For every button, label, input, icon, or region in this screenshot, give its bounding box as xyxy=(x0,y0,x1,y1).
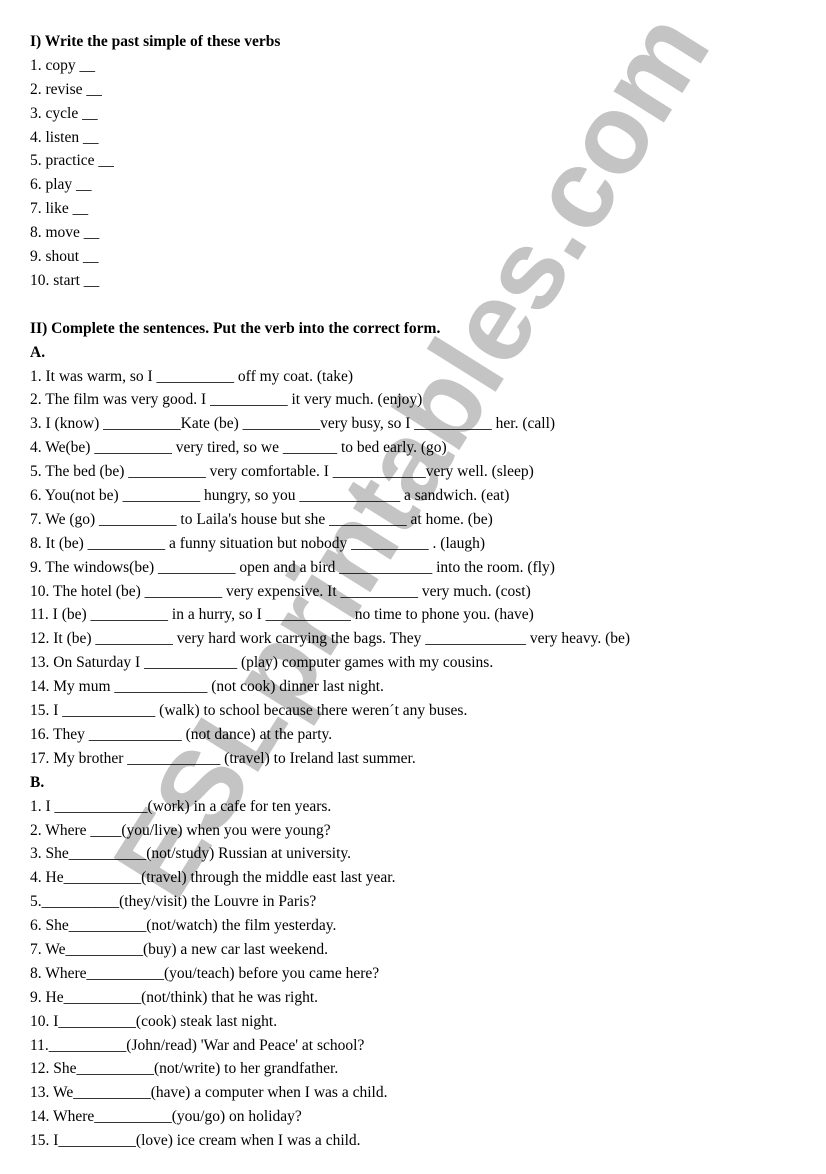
sentence-item: 8. It (be) __________ a funny situation … xyxy=(30,534,486,552)
sentence-item: 2. Where ____(you/live) when you were yo… xyxy=(30,821,331,839)
verb-item: 2. revise __ xyxy=(30,80,102,98)
sentence-item: 14. My mum ____________ (not cook) dinne… xyxy=(30,678,384,696)
sentence-item: 1. I ____________(work) in a cafe for te… xyxy=(30,797,332,815)
part-a-label: A. xyxy=(30,343,46,361)
section1-title: I) Write the past simple of these verbs xyxy=(30,33,281,50)
sentence-item: 3. She__________(not/study) Russian at u… xyxy=(30,845,352,863)
sentence-item: 11. I (be) __________ in a hurry, so I _… xyxy=(30,606,534,624)
sentence-item: 4. He__________(travel) through the midd… xyxy=(30,869,396,887)
sentence-item: 13. On Saturday I ____________ (play) co… xyxy=(30,654,494,672)
sentence-item: 5.__________(they/visit) the Louvre in P… xyxy=(30,893,317,911)
sentence-item: 14. Where__________(you/go) on holiday? xyxy=(30,1108,302,1126)
sentence-item: 11.__________(John/read) 'War and Peace'… xyxy=(30,1036,365,1054)
sentence-item: 13. We__________(have) a computer when I… xyxy=(30,1084,388,1102)
sentence-item: 17. My brother ____________ (travel) to … xyxy=(30,749,416,767)
sentence-item: 16. They ____________ (not dance) at the… xyxy=(30,725,333,743)
verb-item: 9. shout __ xyxy=(30,248,99,266)
verb-item: 6. play __ xyxy=(30,176,92,194)
sentence-item: 3. I (know) __________Kate (be) ________… xyxy=(30,415,556,433)
section1-list: 1. copy __ 2. revise __ 3. cycle __ 4. list… xyxy=(30,54,810,293)
verb-item: 4. listen __ xyxy=(30,128,99,146)
sentence-item: 6. She__________(not/watch) the film yes… xyxy=(30,917,337,935)
part-b-label: B. xyxy=(30,773,45,791)
sentence-item: 2. The film was very good. I __________ … xyxy=(30,391,423,409)
sentence-item: 6. You(not be) __________ hungry, so you… xyxy=(30,487,510,505)
sentence-item: 12. It (be) __________ very hard work ca… xyxy=(30,630,631,648)
sentence-item: 5. The bed (be) __________ very comforta… xyxy=(30,463,534,481)
verb-item: 8. move __ xyxy=(30,224,100,242)
sentence-item: 9. He__________(not/think) that he was r… xyxy=(30,988,318,1006)
sentence-item: 1. It was warm, so I __________ off my c… xyxy=(30,367,353,385)
sentence-item: 8. Where__________(you/teach) before you… xyxy=(30,964,380,982)
sentence-item: 10. The hotel (be) __________ very expen… xyxy=(30,582,531,600)
sentence-item: 4. We(be) __________ very tired, so we _… xyxy=(30,439,447,457)
sentence-item: 10. I__________(cook) steak last night. xyxy=(30,1012,278,1030)
sentence-item: 12. She__________(not/write) to her gran… xyxy=(30,1060,339,1078)
sentence-item: 7. We (go) __________ to Laila's house b… xyxy=(30,510,493,528)
verb-item: 3. cycle __ xyxy=(30,104,98,122)
part-b-list: 1. I ____________(work) in a cafe for te… xyxy=(30,795,810,1153)
part-a-list: 1. It was warm, so I __________ off my c… xyxy=(30,365,810,771)
verb-item: 10. start __ xyxy=(30,271,100,289)
section2-title: II) Complete the sentences. Put the verb… xyxy=(30,319,441,337)
sentence-item: 15. I__________(love) ice cream when I w… xyxy=(30,1132,361,1150)
verb-item: 7. like __ xyxy=(30,200,89,218)
sentence-item: 7. We__________(buy) a new car last week… xyxy=(30,940,329,958)
verb-item: 5. practice __ xyxy=(30,152,114,170)
sentence-item: 15. I ____________ (walk) to school beca… xyxy=(30,702,468,720)
verb-item: 1. copy __ xyxy=(30,56,96,74)
sentence-item: 9. The windows(be) __________ open and a… xyxy=(30,558,555,576)
worksheet: I) Write the past simple of these verbs … xyxy=(30,30,810,1153)
